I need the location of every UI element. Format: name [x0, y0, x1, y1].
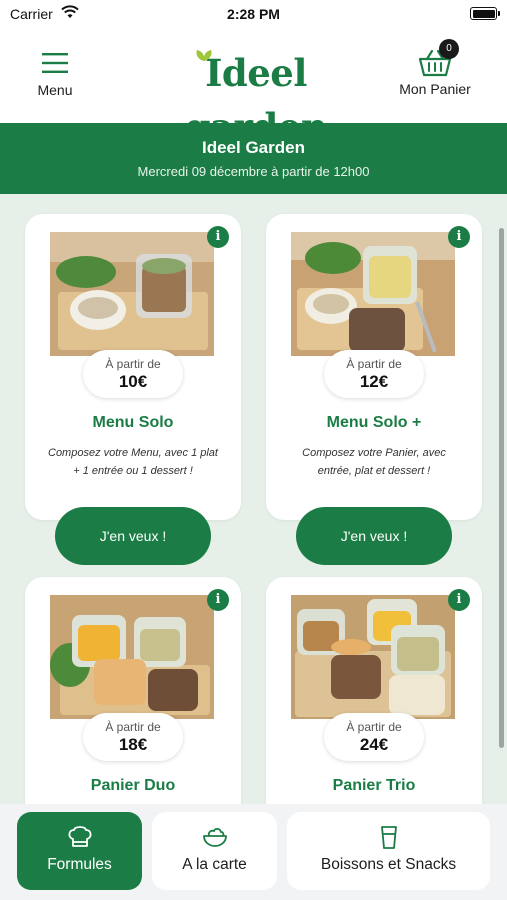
glass-icon: [380, 826, 397, 849]
product-card[interactable]: i À partir de 24€ Panier Trio: [266, 577, 482, 804]
price-value: 10€: [118, 372, 148, 391]
product-description: Composez votre Menu, avec 1 plat + 1 ent…: [37, 444, 229, 480]
price-pill: À partir de 24€: [324, 713, 424, 761]
tab-formules[interactable]: Formules: [17, 812, 142, 890]
cart-count-badge: 0: [439, 39, 459, 59]
info-icon[interactable]: i: [207, 226, 229, 248]
chef-hat-icon: [67, 826, 92, 847]
bottom-tab-bar: Formules A la carte Boissons et Snacks: [0, 804, 507, 900]
app-header: Menu Ideel garden 0 Mon Panier: [0, 28, 507, 149]
product-card[interactable]: i À partir de 10€ Menu Solo Composez vot…: [25, 214, 241, 565]
restaurant-banner: Ideel Garden Mercredi 09 décembre à part…: [0, 123, 507, 194]
tab-label: A la carte: [182, 856, 247, 873]
product-description: Composez votre Panier, avec entrée, plat…: [278, 444, 470, 480]
salad-bowl-icon: [202, 827, 227, 847]
price-from-label: À partir de: [346, 357, 402, 371]
service-date: Mercredi 09 décembre à partir de 12h00: [137, 164, 370, 179]
leaf-icon: [196, 50, 212, 61]
product-title: Panier Trio: [332, 777, 416, 794]
price-pill: À partir de 12€: [324, 350, 424, 398]
product-grid[interactable]: i À partir de 10€ Menu Solo Composez vot…: [0, 194, 507, 804]
description-line: Composez votre Menu, avec 1 plat: [48, 447, 218, 459]
hamburger-icon: [42, 53, 68, 73]
info-icon[interactable]: i: [207, 589, 229, 611]
battery-icon: [470, 7, 500, 20]
info-icon[interactable]: i: [448, 589, 470, 611]
menu-label: Menu: [37, 82, 73, 98]
price-from-label: À partir de: [105, 357, 161, 371]
price-value: 18€: [118, 735, 148, 754]
description-line: + 1 entrée ou 1 dessert !: [73, 465, 193, 477]
product-photo: [291, 595, 455, 719]
price-value: 12€: [359, 372, 389, 391]
clock: 2:28 PM: [227, 6, 280, 22]
product-card[interactable]: i À partir de 12€ Menu Solo + Composez v…: [266, 214, 482, 565]
menu-button[interactable]: Menu: [25, 46, 85, 106]
price-pill: À partir de 18€: [83, 713, 183, 761]
tab-a-la-carte[interactable]: A la carte: [152, 812, 277, 890]
description-line: Composez votre Panier, avec: [302, 447, 446, 459]
status-bar: Carrier 2:28 PM: [0, 0, 507, 28]
info-icon[interactable]: i: [448, 226, 470, 248]
product-title: Menu Solo: [92, 414, 174, 431]
price-pill: À partir de 10€: [83, 350, 183, 398]
cart-button[interactable]: 0 Mon Panier: [393, 39, 477, 106]
price-value: 24€: [359, 735, 389, 754]
product-title: Menu Solo +: [326, 414, 422, 431]
price-from-label: À partir de: [346, 720, 402, 734]
order-button[interactable]: J'en veux !: [296, 507, 452, 565]
brand-logo: Ideel garden: [136, 46, 376, 149]
cart-label: Mon Panier: [399, 81, 471, 97]
tab-label: Boissons et Snacks: [320, 856, 457, 873]
product-title: Panier Duo: [90, 777, 176, 794]
price-from-label: À partir de: [105, 720, 161, 734]
product-photo: [50, 232, 214, 356]
order-button[interactable]: J'en veux !: [55, 507, 211, 565]
restaurant-name: Ideel Garden: [202, 138, 305, 157]
product-photo: [50, 595, 214, 719]
product-card[interactable]: i À partir de 18€ Panier Duo: [25, 577, 241, 804]
description-line: entrée, plat et dessert !: [317, 465, 431, 477]
tab-boissons-snacks[interactable]: Boissons et Snacks: [287, 812, 490, 890]
tab-label: Formules: [47, 856, 112, 873]
scrollbar[interactable]: [499, 228, 504, 748]
product-photo: [291, 232, 455, 356]
